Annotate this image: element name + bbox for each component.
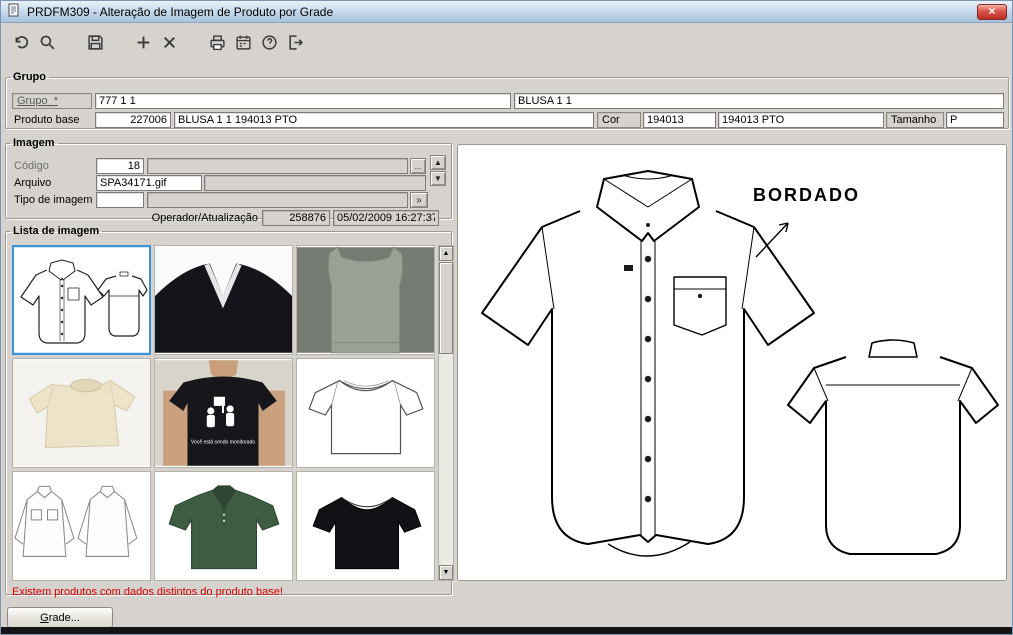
- operador-date-field: [333, 210, 439, 226]
- grade-button[interactable]: Grade...: [7, 607, 113, 628]
- add-icon[interactable]: [131, 30, 155, 54]
- produto-base-label: Produto base: [14, 114, 80, 126]
- thumbnail-black-vneck-sweater[interactable]: [154, 245, 293, 355]
- arquivo-field[interactable]: [96, 175, 202, 191]
- tipo-imagem-field[interactable]: [96, 192, 144, 208]
- save-icon[interactable]: [83, 30, 107, 54]
- exit-icon[interactable]: [283, 30, 307, 54]
- scrollbar-up-icon[interactable]: ▲: [439, 246, 453, 261]
- thumbnail-black-tshirt[interactable]: [296, 471, 435, 581]
- thumbnail-two-shirts-drawing[interactable]: [12, 471, 151, 581]
- codigo-field[interactable]: [96, 158, 144, 174]
- app-icon: [7, 3, 21, 20]
- thumbnail-grid: Você está sendo monitorado: [12, 245, 435, 581]
- cor-label: Cor: [597, 112, 641, 128]
- tamanho-field[interactable]: [946, 112, 1004, 128]
- image-list-scrollbar[interactable]: ▲ ▼: [438, 245, 454, 581]
- grupo-zoom-link[interactable]: Grupo_*: [12, 93, 92, 109]
- print-icon[interactable]: [205, 30, 229, 54]
- thumbnail-ivory-tshirt-photo[interactable]: [12, 358, 151, 468]
- tamanho-label: Tamanho: [886, 112, 944, 128]
- search-icon[interactable]: [35, 30, 59, 54]
- record-up-button[interactable]: ▲: [430, 155, 446, 170]
- lista-imagem-legend: Lista de imagem: [13, 225, 100, 237]
- scrollbar-down-icon[interactable]: ▼: [439, 565, 453, 580]
- shirt-graphic-caption: Você está sendo monitorado: [191, 439, 255, 445]
- grupo-desc-field[interactable]: [514, 93, 1004, 109]
- cor-desc-field[interactable]: [718, 112, 884, 128]
- thumbnail-gray-sleeveless-top[interactable]: [296, 245, 435, 355]
- shirt-technical-drawing: BORDADO: [458, 145, 1006, 580]
- title-bar: PRDFM309 - Alteração de Imagem de Produt…: [1, 1, 1012, 23]
- warning-message: Existem produtos com dados distintos do …: [12, 586, 283, 598]
- tipo-imagem-label: Tipo de imagem: [14, 194, 93, 206]
- operador-label: Operador/Atualização: [151, 212, 258, 224]
- grupo-fieldset: Grupo Grupo_* Produto base Cor Tamanho: [5, 71, 1009, 129]
- grupo-legend: Grupo: [13, 71, 46, 83]
- undo-icon[interactable]: [9, 30, 33, 54]
- expand-button[interactable]: »: [410, 192, 428, 208]
- thumbnail-technical-shirt-drawing[interactable]: [12, 245, 151, 355]
- bordado-annotation: BORDADO: [753, 185, 860, 205]
- grupo-code-field[interactable]: [95, 93, 511, 109]
- app-window: PRDFM309 - Alteração de Imagem de Produt…: [0, 0, 1013, 635]
- thumbnail-green-polo-shirt[interactable]: [154, 471, 293, 581]
- arquivo-desc-field: [204, 175, 426, 191]
- codigo-label: Código: [14, 160, 49, 172]
- lookup-button[interactable]: ...: [410, 158, 426, 174]
- calendar-icon[interactable]: [231, 30, 255, 54]
- record-down-button[interactable]: ▼: [430, 171, 446, 186]
- close-button[interactable]: ×: [977, 4, 1007, 20]
- lista-imagem-fieldset: Lista de imagem Você está sendo monitora…: [5, 225, 454, 598]
- tipo-imagem-desc-field: [147, 192, 408, 208]
- window-title: PRDFM309 - Alteração de Imagem de Produt…: [27, 4, 334, 19]
- imagem-fieldset: Imagem Código ... ▲ ▼ Arquivo Tipo de im…: [5, 137, 452, 226]
- bottom-strip: [1, 627, 1012, 634]
- produto-base-desc-field[interactable]: [174, 112, 594, 128]
- thumbnail-black-tshirt-worn[interactable]: Você está sendo monitorado: [154, 358, 293, 468]
- image-preview-panel: BORDADO: [457, 144, 1007, 581]
- help-icon[interactable]: [257, 30, 281, 54]
- arquivo-label: Arquivo: [14, 177, 52, 189]
- thumbnail-white-tshirt-drawing[interactable]: [296, 358, 435, 468]
- delete-icon[interactable]: [157, 30, 181, 54]
- scrollbar-thumb[interactable]: [439, 262, 453, 354]
- cor-code-field[interactable]: [643, 112, 716, 128]
- operador-user-field: [262, 210, 330, 226]
- toolbar: [1, 23, 1012, 61]
- imagem-legend: Imagem: [13, 137, 55, 149]
- produto-base-code-field[interactable]: [95, 112, 171, 128]
- codigo-desc-field: [147, 158, 408, 174]
